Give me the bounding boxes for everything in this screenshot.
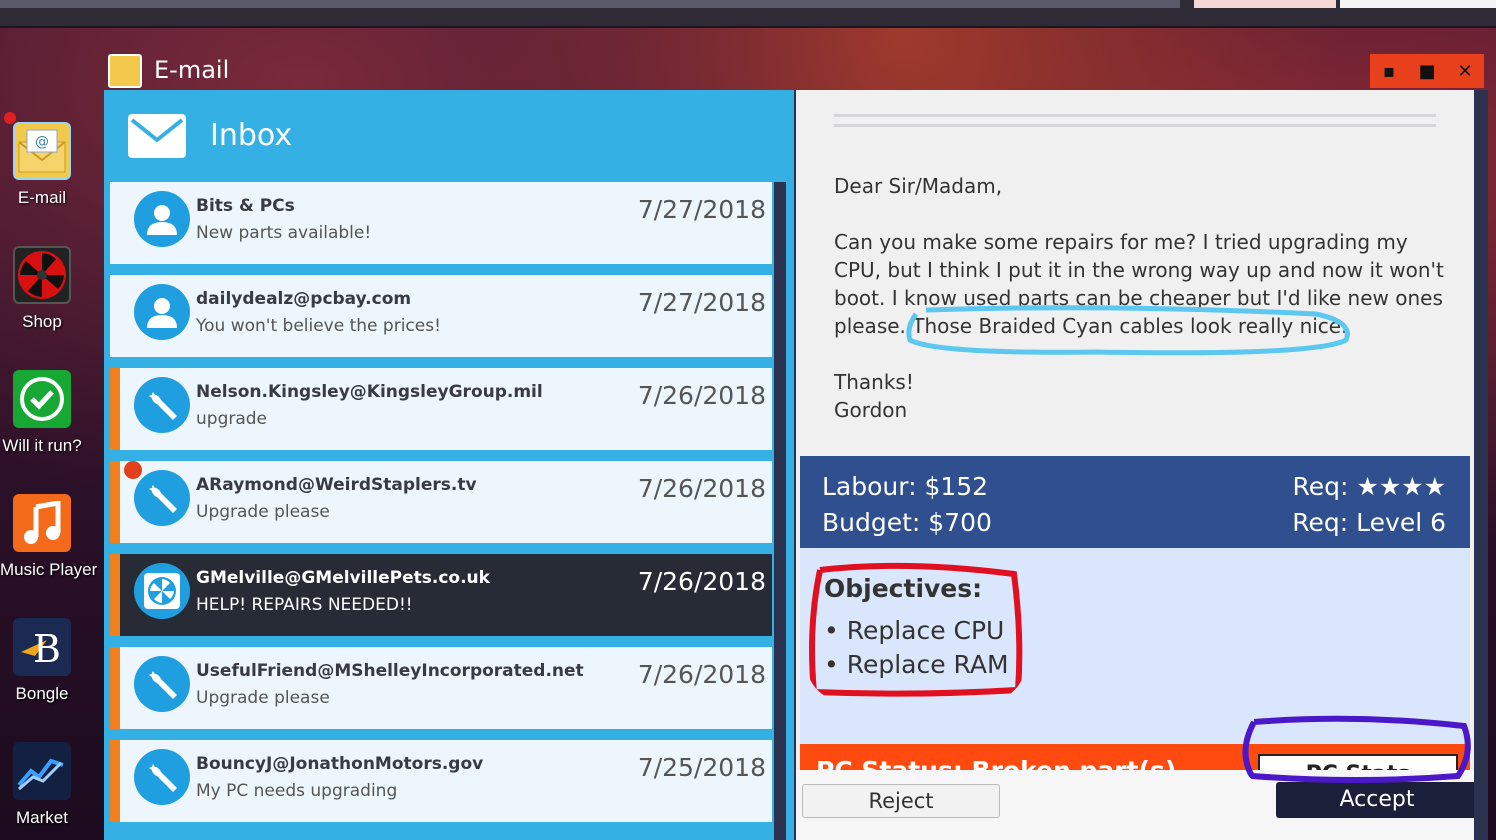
email-icon [108, 54, 142, 88]
mail-subject: Upgrade please [196, 502, 330, 522]
wrench-icon [134, 377, 190, 433]
list-item[interactable]: BouncyJ@JonathonMotors.gov My PC needs u… [110, 740, 772, 822]
mail-subject: Upgrade please [196, 688, 330, 708]
wrench-icon [134, 656, 190, 712]
unread-dot [124, 461, 142, 479]
mail-sender: Nelson.Kingsley@KingsleyGroup.mil [196, 382, 543, 402]
mail-date: 7/26/2018 [637, 660, 766, 689]
desktop-icon-label: E-mail [17, 188, 67, 207]
list-item[interactable]: ARaymond@WeirdStaplers.tv Upgrade please… [110, 461, 772, 543]
desktop-icon-label: Will it run? [2, 436, 82, 455]
inbox-list: Bits & PCs New parts available! 7/27/201… [104, 182, 794, 840]
email-window: E-mail ▪ ■ ✕ Inbox Bits & PCs New parts … [104, 52, 1488, 840]
taskbar-strip [0, 0, 1180, 8]
wrench-icon [134, 749, 190, 805]
desktop-icon-label: Music Player [0, 560, 98, 579]
close-button[interactable]: ✕ [1446, 54, 1484, 88]
wrench-icon [134, 470, 190, 526]
desktop-icon-market[interactable]: Market [0, 742, 84, 828]
mail-subject: HELP! REPAIRS NEEDED!! [196, 595, 413, 615]
taskbar-strip [1340, 0, 1496, 8]
mail-sender: GMelville@GMelvillePets.co.uk [196, 568, 490, 588]
divider-line [834, 114, 1436, 117]
budget-value: Budget: $700 [822, 508, 992, 537]
window-title: E-mail [154, 56, 230, 84]
job-info-row: Budget: $700 Req: Level 6 [822, 508, 1446, 537]
reject-button[interactable]: Reject [802, 784, 1000, 818]
mail-date: 7/26/2018 [637, 381, 766, 410]
taskbar-strip [1194, 0, 1336, 8]
maximize-button[interactable]: ■ [1408, 54, 1446, 88]
inbox-header: Inbox [104, 90, 794, 182]
desktop-icon-email[interactable]: @ E-mail [0, 122, 84, 208]
fan-icon [134, 563, 190, 619]
objective-item: • Replace CPU [824, 616, 1005, 645]
minimize-button[interactable]: ▪ [1370, 54, 1408, 88]
window-controls: ▪ ■ ✕ [1370, 54, 1484, 88]
mail-sender: Bits & PCs [196, 196, 295, 216]
list-item[interactable]: dailydealz@pcbay.com You won't believe t… [110, 275, 772, 357]
chart-icon [13, 742, 71, 800]
fan-icon [13, 246, 71, 304]
window-titlebar[interactable]: E-mail ▪ ■ ✕ [104, 52, 1488, 90]
message-body: Dear Sir/Madam, Can you make some repair… [834, 172, 1444, 424]
job-info-row: Labour: $152 Req: ★★★★ [822, 472, 1446, 501]
mail-subject: New parts available! [196, 223, 372, 243]
email-icon: @ [13, 122, 71, 180]
action-bar: Reject Accept [796, 770, 1478, 840]
mail-sender: ARaymond@WeirdStaplers.tv [196, 475, 477, 495]
svg-text:@: @ [35, 134, 49, 150]
divider-line [834, 124, 1436, 127]
labour-value: Labour: $152 [822, 472, 989, 501]
message-greeting: Dear Sir/Madam, [834, 174, 1003, 198]
desktop-icon-label: Shop [22, 312, 62, 331]
bongle-logo-icon: B [13, 618, 71, 676]
mail-subject: upgrade [196, 409, 268, 429]
objectives-title: Objectives: [824, 574, 983, 603]
inbox-scrollbar[interactable] [774, 182, 786, 840]
req-level: Req: Level 6 [1292, 508, 1446, 537]
mail-date: 7/27/2018 [637, 288, 766, 317]
top-taskbar [0, 0, 1496, 28]
mail-subject: You won't believe the prices! [196, 316, 441, 336]
mail-subject: My PC needs upgrading [196, 781, 398, 801]
desktop-icon-will-it-run[interactable]: Will it run? [0, 370, 84, 456]
list-item[interactable]: Nelson.Kingsley@KingsleyGroup.mil upgrad… [110, 368, 772, 450]
message-paragraph: Can you make some repairs for me? I trie… [834, 230, 1444, 338]
objectives-panel: Objectives: • Replace CPU • Replace RAM [800, 548, 1470, 744]
inbox-title: Inbox [210, 118, 293, 153]
list-item-selected[interactable]: GMelville@GMelvillePets.co.uk HELP! REPA… [110, 554, 772, 636]
list-item[interactable]: Bits & PCs New parts available! 7/27/201… [110, 182, 772, 264]
mail-sender: BouncyJ@JonathonMotors.gov [196, 754, 484, 774]
message-signoff: Thanks! [834, 370, 914, 394]
desktop-icon-label: Market [16, 808, 68, 827]
envelope-icon [128, 114, 186, 158]
check-icon [13, 370, 71, 428]
mail-date: 7/27/2018 [637, 195, 766, 224]
list-item[interactable]: UsefulFriend@MShelleyIncorporated.net Up… [110, 647, 772, 729]
mail-sender: dailydealz@pcbay.com [196, 289, 412, 309]
desktop-icon-music-player[interactable]: Music Player [0, 494, 98, 580]
job-info-band: Labour: $152 Req: ★★★★ Budget: $700 Req:… [800, 456, 1470, 548]
objective-item: • Replace RAM [824, 650, 1009, 679]
music-note-icon [13, 494, 71, 552]
user-icon [134, 191, 190, 247]
svg-text:B: B [33, 627, 61, 671]
desktop-icon-shop[interactable]: Shop [0, 246, 84, 332]
message-signature: Gordon [834, 398, 908, 422]
desktop-icon-bongle[interactable]: B Bongle [0, 618, 84, 704]
mail-sender: UsefulFriend@MShelleyIncorporated.net [196, 661, 584, 681]
mail-date: 7/26/2018 [637, 474, 766, 503]
reading-pane: Dear Sir/Madam, Can you make some repair… [796, 90, 1478, 840]
req-stars: Req: ★★★★ [1292, 472, 1446, 501]
reading-scrollbar[interactable] [1474, 90, 1488, 840]
mail-date: 7/26/2018 [637, 567, 766, 596]
desktop-icon-label: Bongle [15, 684, 69, 703]
user-icon [134, 284, 190, 340]
mail-date: 7/25/2018 [637, 753, 766, 782]
accept-button[interactable]: Accept [1276, 782, 1478, 818]
